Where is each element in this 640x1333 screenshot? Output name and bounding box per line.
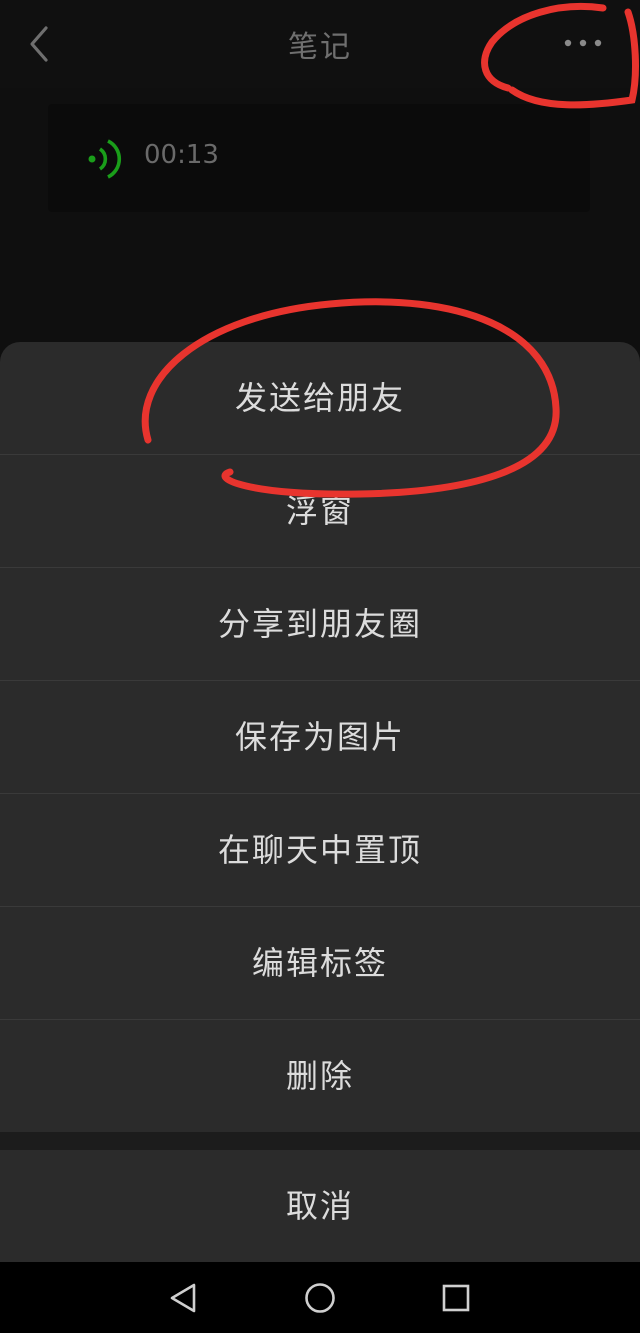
menu-item-send-to-friend[interactable]: 发送给朋友 bbox=[0, 342, 640, 454]
voice-note-card[interactable]: 00:13 bbox=[48, 104, 590, 212]
menu-item-delete[interactable]: 删除 bbox=[0, 1020, 640, 1132]
menu-item-floating-window[interactable]: 浮窗 bbox=[0, 455, 640, 567]
voice-wave-icon bbox=[88, 139, 122, 179]
action-sheet: 发送给朋友 浮窗 分享到朋友圈 保存为图片 在聊天中置顶 编辑标签 删除 取消 bbox=[0, 342, 640, 1262]
triangle-back-icon[interactable] bbox=[166, 1280, 202, 1316]
more-icon[interactable] bbox=[558, 26, 608, 60]
cancel-button[interactable]: 取消 bbox=[0, 1150, 640, 1262]
menu-item-share-moments[interactable]: 分享到朋友圈 bbox=[0, 568, 640, 680]
menu-item-save-image[interactable]: 保存为图片 bbox=[0, 681, 640, 793]
circle-home-icon[interactable] bbox=[302, 1280, 338, 1316]
square-recent-icon[interactable] bbox=[438, 1280, 474, 1316]
system-nav-bar bbox=[0, 1262, 640, 1333]
menu-item-pin-chat[interactable]: 在聊天中置顶 bbox=[0, 794, 640, 906]
top-bar: 笔记 bbox=[0, 0, 640, 88]
menu-item-edit-tags[interactable]: 编辑标签 bbox=[0, 907, 640, 1019]
voice-duration: 00:13 bbox=[144, 140, 219, 170]
page-title: 笔记 bbox=[288, 30, 352, 65]
sheet-separator bbox=[0, 1132, 640, 1150]
